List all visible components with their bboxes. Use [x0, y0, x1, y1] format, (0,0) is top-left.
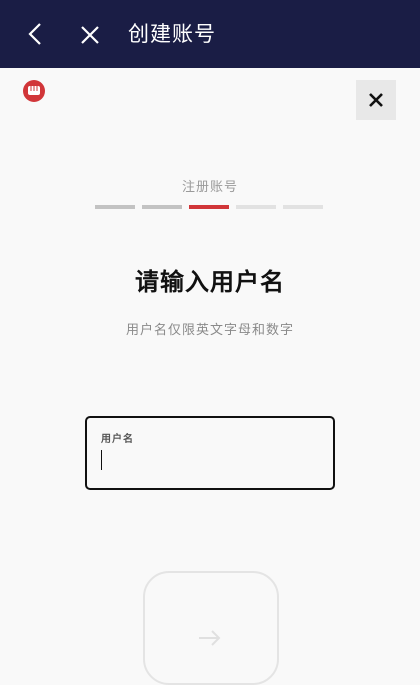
- heading: 请输入用户名: [135, 268, 285, 296]
- step-segment-1: [95, 205, 135, 209]
- username-field-label: 用户名: [101, 434, 134, 445]
- chevron-left-icon[interactable]: [26, 22, 46, 46]
- step-segment-4: [236, 205, 276, 209]
- step-label: 注册账号: [181, 180, 238, 195]
- step-segment-5: [283, 205, 323, 209]
- close-icon[interactable]: [80, 25, 100, 45]
- step-segment-2: [142, 205, 182, 209]
- next-button[interactable]: [143, 571, 279, 685]
- dialog-close-button[interactable]: [356, 80, 396, 120]
- page-title: 创建账号: [128, 22, 216, 46]
- top-bar: 创建账号: [0, 0, 420, 68]
- close-icon: [369, 93, 383, 107]
- text-caret: [101, 450, 102, 470]
- arrow-right-icon: [199, 630, 221, 646]
- step-segment-3: [189, 205, 229, 209]
- step-progress: [95, 205, 327, 209]
- subheading: 用户名仅限英文字母和数字: [125, 323, 294, 338]
- fist-logo-icon: [23, 80, 45, 102]
- username-field[interactable]: 用户名: [85, 416, 335, 490]
